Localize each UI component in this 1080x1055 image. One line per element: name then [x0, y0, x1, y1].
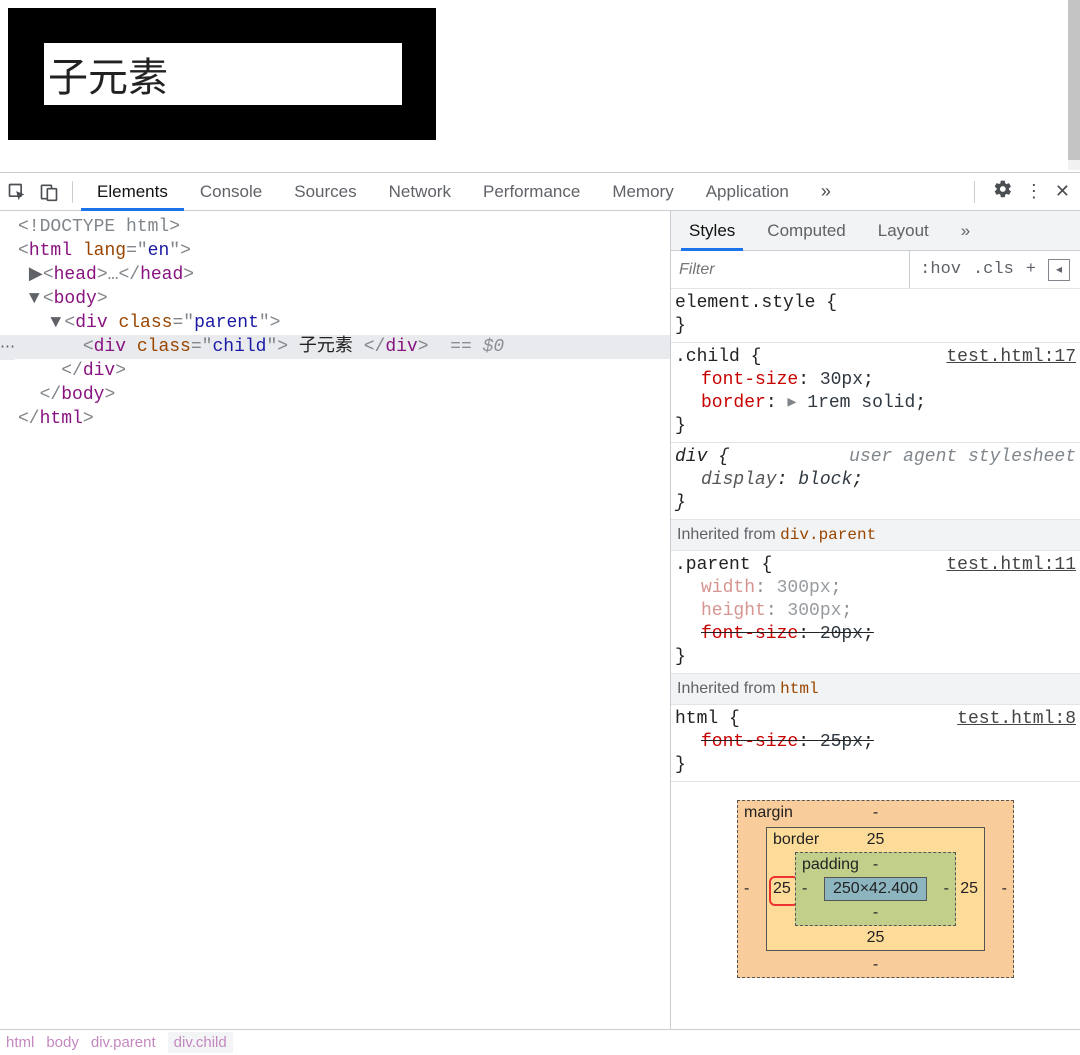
dom-breadcrumb: html body div.parent div.child: [0, 1029, 1080, 1055]
box-model-padding: padding - - - - 250×42.400: [795, 852, 956, 926]
settings-icon[interactable]: [993, 179, 1013, 204]
dom-line-body-close[interactable]: </body>: [0, 383, 670, 407]
dom-line-child-selected[interactable]: ⋯ <div class="child"> 子元素 </div> == $0: [0, 335, 670, 359]
bm-border-right: 25: [960, 880, 978, 898]
rule-parent[interactable]: .parent { test.html:11 width: 300px; hei…: [671, 551, 1080, 674]
styles-filter-row: :hov .cls + ◂: [671, 251, 1080, 289]
bm-padding-right: -: [944, 880, 949, 898]
dom-line-html-open[interactable]: <html lang="en">: [0, 239, 670, 263]
styles-filter-buttons: :hov .cls + ◂: [910, 259, 1080, 281]
devtools-split: <!DOCTYPE html> <html lang="en"> ▶<head>…: [0, 211, 1080, 1029]
styles-filter-input[interactable]: [671, 251, 910, 288]
cls-button[interactable]: .cls: [973, 260, 1014, 279]
close-icon[interactable]: ✕: [1055, 181, 1070, 202]
crumb-child[interactable]: div.child: [168, 1032, 233, 1053]
preview-child-box: 子元素: [44, 43, 402, 105]
new-rule-button[interactable]: +: [1026, 260, 1036, 279]
bm-border-label: border: [773, 831, 819, 849]
toolbar-divider: [72, 181, 73, 203]
rule-child[interactable]: .child { test.html:17 font-size: 30px; b…: [671, 343, 1080, 443]
bm-margin-right: -: [1002, 880, 1007, 898]
rule-div-ua[interactable]: div { user agent stylesheet display: blo…: [671, 443, 1080, 520]
devtools-tabs: Elements Console Sources Network Perform…: [81, 173, 847, 210]
bm-padding-left: -: [802, 880, 807, 898]
bm-border-top: 25: [867, 831, 885, 849]
subtab-computed[interactable]: Computed: [753, 211, 859, 250]
tab-performance[interactable]: Performance: [467, 173, 596, 210]
inspect-icon[interactable]: [2, 177, 32, 207]
inherited-from-parent: Inherited from div.parent: [671, 520, 1080, 551]
subtab-styles[interactable]: Styles: [675, 211, 749, 250]
page-preview: 子元素: [0, 0, 1080, 148]
crumb-body[interactable]: body: [46, 1034, 79, 1051]
page-scrollbar[interactable]: [1068, 0, 1080, 170]
styles-subtabs: Styles Computed Layout »: [671, 211, 1080, 251]
dom-tree-panel[interactable]: <!DOCTYPE html> <html lang="en"> ▶<head>…: [0, 211, 671, 1029]
bm-border-left: 25: [773, 880, 791, 898]
toolbar-divider: [974, 181, 975, 203]
hov-button[interactable]: :hov: [920, 260, 961, 279]
tab-sources[interactable]: Sources: [278, 173, 372, 210]
page-scrollbar-thumb[interactable]: [1068, 0, 1080, 160]
source-link[interactable]: test.html:17: [946, 346, 1076, 369]
bm-border-bottom: 25: [867, 929, 885, 947]
tab-application[interactable]: Application: [690, 173, 805, 210]
crumb-parent[interactable]: div.parent: [91, 1034, 156, 1051]
rule-html[interactable]: html { test.html:8 font-size: 25px; }: [671, 705, 1080, 782]
source-link[interactable]: test.html:8: [957, 708, 1076, 731]
source-link[interactable]: test.html:11: [946, 554, 1076, 577]
bm-margin-bottom: -: [873, 956, 878, 974]
dom-line-parent-open[interactable]: ▼<div class="parent">: [0, 311, 670, 335]
dom-line-parent-close[interactable]: </div>: [0, 359, 670, 383]
box-model-diagram[interactable]: margin - - - - border 25 25 25 25 paddin…: [671, 782, 1080, 982]
more-icon[interactable]: ⋮: [1025, 181, 1043, 202]
bm-margin-top: -: [873, 804, 878, 822]
sidebar-toggle-icon[interactable]: ◂: [1048, 259, 1070, 281]
inherited-from-html: Inherited from html: [671, 674, 1080, 705]
bm-padding-top: -: [873, 856, 878, 874]
tab-elements[interactable]: Elements: [81, 173, 184, 210]
bm-margin-label: margin: [744, 804, 793, 822]
dom-line-html-close[interactable]: </html>: [0, 407, 670, 431]
bm-padding-bottom: -: [873, 904, 878, 922]
source-ua: user agent stylesheet: [849, 446, 1076, 469]
device-toggle-icon[interactable]: [34, 177, 64, 207]
box-model-content: 250×42.400: [824, 877, 927, 901]
styles-panel: Styles Computed Layout » :hov .cls + ◂ e…: [671, 211, 1080, 1029]
tab-network[interactable]: Network: [373, 173, 467, 210]
preview-parent-box: 子元素: [8, 8, 436, 140]
crumb-html[interactable]: html: [6, 1034, 34, 1051]
styles-rules-list: element.style { } .child { test.html:17 …: [671, 289, 1080, 782]
tab-console[interactable]: Console: [184, 173, 278, 210]
tabs-overflow-icon[interactable]: »: [805, 173, 847, 210]
box-model-border: border 25 25 25 25 padding - - - - 250×4…: [766, 827, 985, 951]
dom-line-doctype[interactable]: <!DOCTYPE html>: [0, 215, 670, 239]
devtools-panel: Elements Console Sources Network Perform…: [0, 172, 1080, 1055]
devtools-toolbar: Elements Console Sources Network Perform…: [0, 173, 1080, 211]
toolbar-right-group: ⋮ ✕: [968, 179, 1078, 204]
dom-line-head[interactable]: ▶<head>…</head>: [0, 263, 670, 287]
rule-element-style[interactable]: element.style { }: [671, 289, 1080, 343]
bm-padding-label: padding: [802, 856, 859, 874]
tab-memory[interactable]: Memory: [596, 173, 689, 210]
dom-line-body-open[interactable]: ▼<body>: [0, 287, 670, 311]
bm-margin-left: -: [744, 880, 749, 898]
subtab-layout[interactable]: Layout: [864, 211, 943, 250]
subtabs-overflow-icon[interactable]: »: [947, 211, 984, 250]
box-model-margin: margin - - - - border 25 25 25 25 paddin…: [737, 800, 1014, 978]
